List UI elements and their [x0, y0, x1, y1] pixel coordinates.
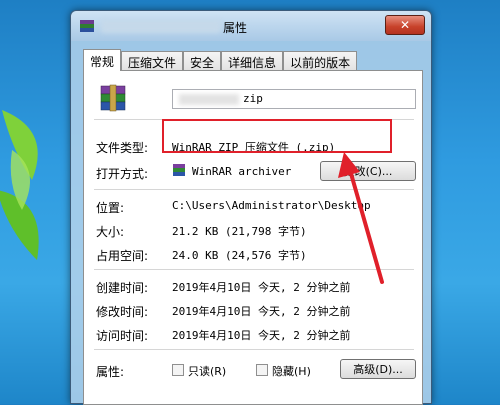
- modified-label: 修改时间:: [96, 305, 149, 319]
- file-type-label: 文件类型:: [96, 141, 149, 155]
- properties-window: 属性 ✕ 常规 压缩文件 安全 详细信息 以前的版本 zip 文件类型: Win…: [70, 10, 432, 405]
- tab-security[interactable]: 安全: [183, 51, 222, 71]
- window-title: 属性: [223, 21, 248, 35]
- open-with-label: 打开方式:: [96, 167, 149, 181]
- attributes-label: 属性:: [96, 365, 125, 379]
- tab-general[interactable]: 常规: [83, 49, 122, 71]
- title-bar[interactable]: 属性 ✕: [71, 11, 431, 41]
- close-button[interactable]: ✕: [385, 15, 425, 35]
- general-panel: zip 文件类型: WinRAR ZIP 压缩文件 (.zip) 打开方式: W…: [83, 70, 423, 405]
- created-value: 2019年4月10日 今天, 2 分钟之前: [172, 281, 351, 294]
- size-on-disk-label: 占用空间:: [96, 249, 149, 263]
- size-label: 大小:: [96, 225, 125, 239]
- blurred-file-name: [101, 19, 221, 33]
- divider: [94, 269, 414, 270]
- created-label: 创建时间:: [96, 281, 149, 295]
- desktop-leaf-graphic: [0, 110, 39, 260]
- hidden-label: 隐藏(H): [272, 365, 311, 378]
- highlight-box: [162, 119, 392, 153]
- file-extension: zip: [243, 92, 263, 105]
- tab-archive[interactable]: 压缩文件: [121, 51, 184, 71]
- accessed-label: 访问时间:: [96, 329, 149, 343]
- size-on-disk-value: 24.0 KB (24,576 字节): [172, 249, 307, 262]
- modified-value: 2019年4月10日 今天, 2 分钟之前: [172, 305, 351, 318]
- tab-strip: 常规 压缩文件 安全 详细信息 以前的版本: [83, 49, 358, 71]
- hidden-checkbox[interactable]: [256, 364, 268, 376]
- divider: [94, 349, 414, 350]
- open-with-value: WinRAR archiver: [192, 165, 292, 178]
- readonly-checkbox[interactable]: [172, 364, 184, 376]
- divider: [94, 189, 414, 190]
- readonly-label: 只读(R): [188, 365, 227, 378]
- location-value: C:\Users\Administrator\Desktop: [172, 199, 371, 212]
- winrar-file-icon: [100, 84, 126, 112]
- file-name-input[interactable]: zip: [172, 89, 416, 109]
- location-label: 位置:: [96, 201, 125, 215]
- blurred-name-text: [179, 94, 239, 105]
- size-value: 21.2 KB (21,798 字节): [172, 225, 307, 238]
- advanced-button[interactable]: 高级(D)...: [340, 359, 416, 379]
- tab-details[interactable]: 详细信息: [221, 51, 284, 71]
- close-icon: ✕: [399, 18, 411, 32]
- change-button[interactable]: 更改(C)...: [320, 161, 416, 181]
- winrar-archive-icon: [80, 20, 94, 32]
- tab-previous-versions[interactable]: 以前的版本: [283, 51, 358, 71]
- accessed-value: 2019年4月10日 今天, 2 分钟之前: [172, 329, 351, 342]
- winrar-app-icon: [173, 164, 185, 176]
